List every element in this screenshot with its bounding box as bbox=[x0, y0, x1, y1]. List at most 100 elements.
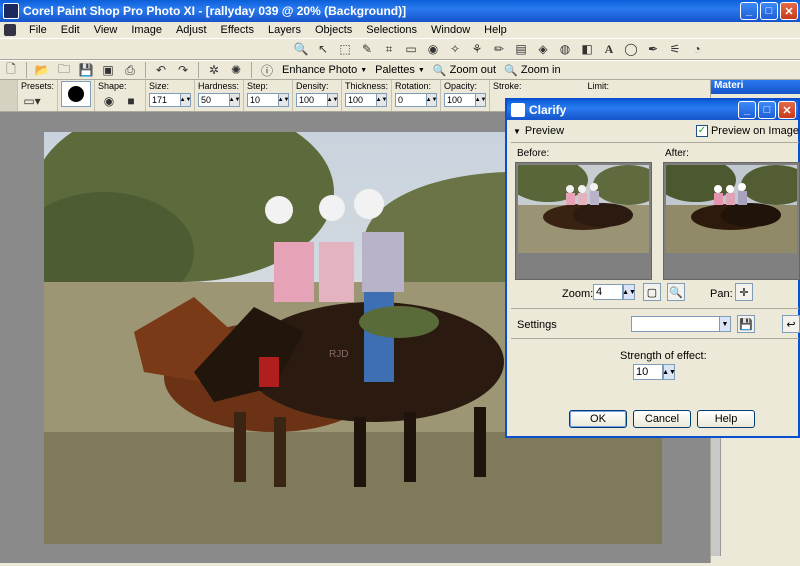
chevron-down-icon: ▼ bbox=[417, 66, 425, 74]
dialog-close-button[interactable]: ✕ bbox=[778, 101, 796, 119]
palette-grip[interactable] bbox=[0, 80, 18, 111]
document-icon[interactable] bbox=[4, 24, 16, 36]
presets-dropdown-icon[interactable]: ▭▾ bbox=[23, 93, 40, 109]
dialog-maximize-button[interactable]: □ bbox=[758, 101, 776, 119]
pen-tool-icon[interactable]: ✒ bbox=[645, 41, 661, 57]
help-button[interactable]: Help bbox=[697, 410, 755, 428]
flood-fill-icon[interactable]: ◍ bbox=[557, 41, 573, 57]
menu-view[interactable]: View bbox=[87, 24, 125, 36]
cancel-button[interactable]: Cancel bbox=[633, 410, 691, 428]
menu-image[interactable]: Image bbox=[124, 24, 169, 36]
menu-help[interactable]: Help bbox=[477, 24, 514, 36]
one-step-photo-fix-icon[interactable]: ✲ bbox=[206, 62, 222, 78]
zoom-out-button[interactable]: 🔍 Zoom out bbox=[433, 64, 496, 77]
window-title: Corel Paint Shop Pro Photo XI - [rallyda… bbox=[23, 4, 407, 18]
red-eye-tool-icon[interactable]: ◉ bbox=[425, 41, 441, 57]
save-icon[interactable]: 💾 bbox=[78, 62, 94, 78]
restore-button[interactable]: □ bbox=[760, 2, 778, 20]
preview-toggle-label[interactable]: Preview bbox=[525, 125, 564, 137]
save-preset-icon[interactable]: 💾 bbox=[737, 315, 755, 333]
rotation-spinner[interactable]: ▲▼ bbox=[426, 93, 437, 107]
browse-icon[interactable]: 🗀 bbox=[56, 62, 72, 78]
straighten-tool-icon[interactable]: ▭ bbox=[403, 41, 419, 57]
thickness-spinner[interactable]: ▲▼ bbox=[376, 93, 387, 107]
makeover-tool-icon[interactable]: ✧ bbox=[447, 41, 463, 57]
zoom-input[interactable]: 4 bbox=[593, 284, 623, 300]
density-spinner[interactable]: ▲▼ bbox=[327, 93, 338, 107]
zoom-preview-icon[interactable]: 🔍 bbox=[667, 283, 685, 301]
size-spinner[interactable]: ▲▼ bbox=[180, 93, 191, 107]
paint-brush-icon[interactable]: ✏ bbox=[491, 41, 507, 57]
reset-icon[interactable]: ↩ bbox=[782, 315, 800, 333]
hardness-group: Hardness: ▲▼ bbox=[195, 80, 245, 111]
warp-brush-icon[interactable]: ⚟ bbox=[667, 41, 683, 57]
menu-layers[interactable]: Layers bbox=[261, 24, 308, 36]
thickness-group: Thickness: ▲▼ bbox=[342, 80, 393, 111]
object-remover-icon[interactable]: ◔ bbox=[689, 41, 705, 57]
after-label: After: bbox=[665, 148, 689, 159]
menu-effects[interactable]: Effects bbox=[214, 24, 261, 36]
open-file-icon[interactable]: 📂 bbox=[34, 62, 50, 78]
preset-shape-icon[interactable]: ◯ bbox=[623, 41, 639, 57]
opacity-input[interactable] bbox=[444, 93, 477, 107]
enhance-photo-menu[interactable]: Enhance Photo ▼ bbox=[282, 64, 367, 76]
size-label: Size: bbox=[149, 81, 170, 91]
save-as-icon[interactable]: ▣ bbox=[100, 62, 116, 78]
undo-icon[interactable]: ↶ bbox=[153, 62, 169, 78]
dialog-minimize-button[interactable]: _ bbox=[738, 101, 756, 119]
smart-photo-fix-icon[interactable]: ✺ bbox=[228, 62, 244, 78]
density-input[interactable] bbox=[296, 93, 329, 107]
clone-brush-icon[interactable]: ⚘ bbox=[469, 41, 485, 57]
zoom-spinner[interactable]: ▲▼ bbox=[622, 284, 636, 300]
ok-button[interactable]: OK bbox=[569, 410, 627, 428]
minimize-button[interactable]: _ bbox=[740, 2, 758, 20]
preview-on-image-checkbox[interactable]: ✓ Preview on Image bbox=[695, 125, 799, 137]
print-icon[interactable]: ⎙ bbox=[122, 62, 138, 78]
round-shape-icon[interactable]: ◉ bbox=[101, 93, 117, 109]
info-icon[interactable]: ⓘ bbox=[259, 62, 275, 78]
preview-on-image-label: Preview on Image bbox=[710, 125, 799, 137]
hardness-spinner[interactable]: ▲▼ bbox=[229, 93, 240, 107]
size-input[interactable] bbox=[149, 93, 182, 107]
close-button[interactable]: ✕ bbox=[780, 2, 798, 20]
new-file-icon[interactable]: 🗋 bbox=[3, 62, 19, 78]
opacity-spinner[interactable]: ▲▼ bbox=[475, 93, 486, 107]
zoom-to-fit-icon[interactable]: ▢ bbox=[643, 283, 661, 301]
settings-dropdown[interactable] bbox=[631, 316, 721, 332]
menu-adjust[interactable]: Adjust bbox=[169, 24, 214, 36]
step-spinner[interactable]: ▲▼ bbox=[278, 93, 289, 107]
dropper-tool-icon[interactable]: ✎ bbox=[359, 41, 375, 57]
menu-selections[interactable]: Selections bbox=[359, 24, 424, 36]
pan-icon[interactable]: ✛ bbox=[735, 283, 753, 301]
redo-icon[interactable]: ↷ bbox=[175, 62, 191, 78]
after-preview[interactable] bbox=[663, 162, 800, 280]
before-preview[interactable] bbox=[515, 162, 652, 280]
pick-tool-icon[interactable]: ↖ bbox=[315, 41, 331, 57]
crop-tool-icon[interactable]: ⌗ bbox=[381, 41, 397, 57]
collapse-triangle-icon[interactable]: ▼ bbox=[513, 127, 521, 136]
selection-tool-icon[interactable]: ⬚ bbox=[337, 41, 353, 57]
menu-window[interactable]: Window bbox=[424, 24, 477, 36]
text-tool-icon[interactable]: A bbox=[601, 41, 617, 57]
limit-label: Limit: bbox=[587, 81, 610, 91]
background-eraser-icon[interactable]: ◈ bbox=[535, 41, 551, 57]
menu-file[interactable]: File bbox=[22, 24, 54, 36]
step-input[interactable] bbox=[247, 93, 280, 107]
zoom-tool-icon[interactable]: 🔍 bbox=[293, 41, 309, 57]
density-group: Density: ▲▼ bbox=[293, 80, 343, 111]
tools-toolbar: 🔍 ↖ ⬚ ✎ ⌗ ▭ ◉ ✧ ⚘ ✏ ▤ ◈ ◍ ◧ A ◯ ✒ ⚟ ◔ bbox=[0, 38, 800, 60]
menu-objects[interactable]: Objects bbox=[308, 24, 359, 36]
rotation-input[interactable] bbox=[395, 93, 428, 107]
eraser-tool-icon[interactable]: ◧ bbox=[579, 41, 595, 57]
palettes-menu[interactable]: Palettes ▼ bbox=[375, 64, 425, 76]
brush-tip-selector[interactable] bbox=[61, 81, 92, 107]
strength-input[interactable]: 10 bbox=[633, 364, 663, 380]
square-shape-icon[interactable]: ■ bbox=[123, 93, 139, 109]
strength-spinner[interactable]: ▲▼ bbox=[662, 364, 676, 380]
zoom-in-button[interactable]: 🔍 Zoom in bbox=[504, 64, 561, 77]
thickness-input[interactable] bbox=[345, 93, 378, 107]
chevron-down-icon[interactable]: ▼ bbox=[719, 316, 731, 332]
lighten-darken-icon[interactable]: ▤ bbox=[513, 41, 529, 57]
hardness-input[interactable] bbox=[198, 93, 231, 107]
menu-edit[interactable]: Edit bbox=[54, 24, 87, 36]
